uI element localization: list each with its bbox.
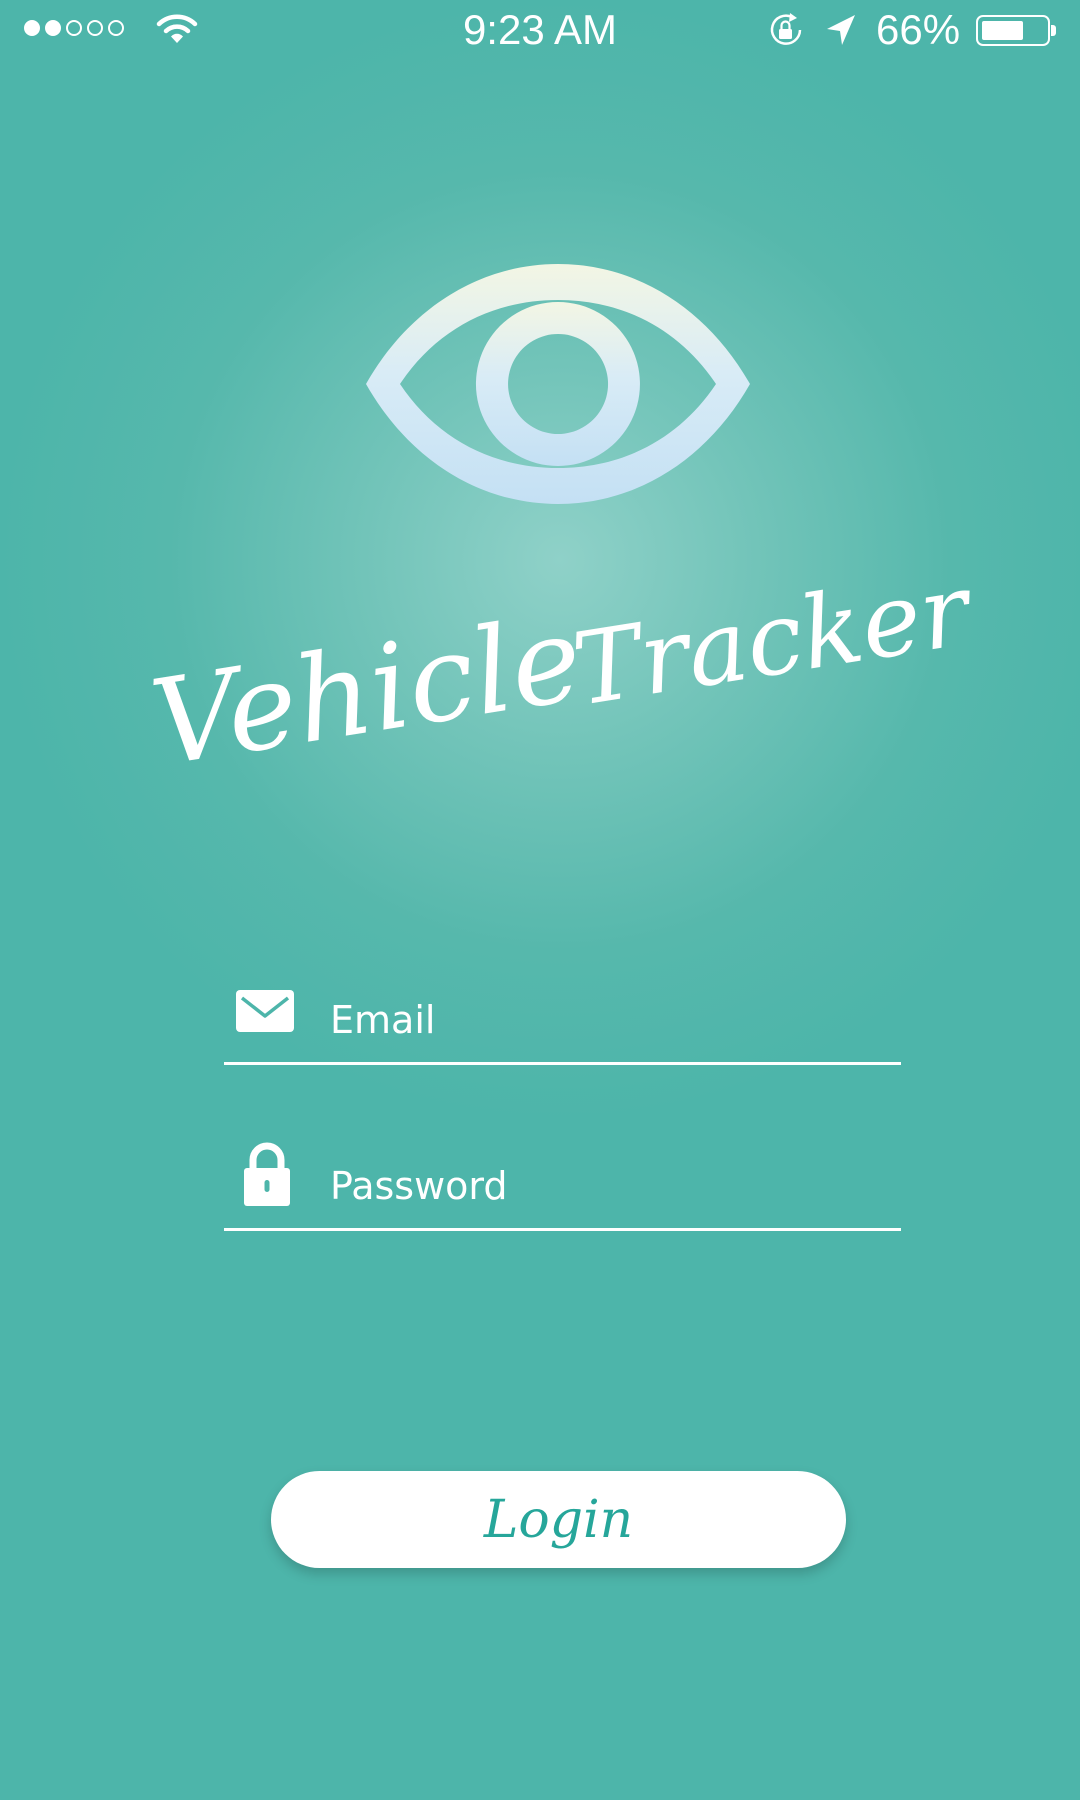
login-button[interactable]: Login: [271, 1471, 846, 1568]
app-title-word-vehicle: Vehicle: [143, 589, 591, 793]
location-arrow-icon: [824, 12, 858, 53]
email-field[interactable]: [224, 984, 901, 1065]
app-title: Vehicle Tracker: [140, 520, 1000, 800]
app-title-word-tracker: Tracker: [565, 550, 981, 729]
envelope-icon: [236, 988, 294, 1038]
rotation-lock-icon: [766, 10, 806, 55]
eye-icon: [366, 262, 750, 510]
battery-percentage: 66%: [876, 6, 961, 53]
password-input[interactable]: [330, 1150, 890, 1222]
battery-level-fill: [982, 21, 1023, 40]
status-bar: 9:23 AM 66%: [0, 0, 1080, 62]
battery-icon: [976, 15, 1056, 46]
password-field[interactable]: [224, 1142, 901, 1231]
lock-icon: [242, 1142, 292, 1212]
email-input[interactable]: [330, 984, 890, 1056]
